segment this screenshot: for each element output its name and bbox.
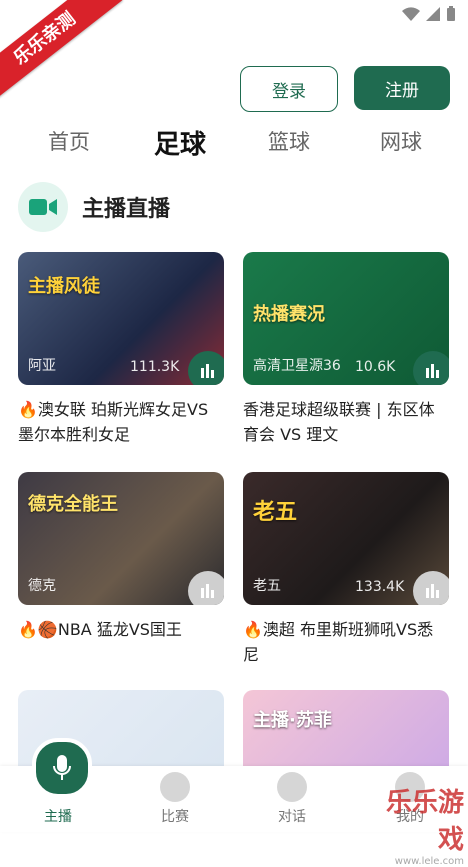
stream-title: 香港足球超级联赛 | 东区体育会 VS 理文	[243, 400, 435, 444]
register-button[interactable]: 注册	[354, 66, 450, 110]
stream-title: 🔥澳女联 珀斯光辉女足VS墨尔本胜利女足	[18, 400, 209, 444]
thumbnail-title: 老五	[253, 500, 298, 525]
nav-matches[interactable]: 比赛	[145, 772, 205, 826]
streamer-name: 德克	[28, 578, 56, 594]
stream-thumbnail: 老五 老五 133.4K	[243, 472, 449, 605]
live-indicator-icon	[413, 351, 449, 385]
tab-basketball[interactable]: 篮球	[268, 126, 310, 156]
stream-card[interactable]: 老五 老五 133.4K 🔥澳超 布里斯班狮吼VS悉尼	[243, 472, 449, 667]
watermark-title: 乐乐游戏	[385, 788, 464, 855]
live-indicator-icon	[413, 571, 449, 605]
category-tabs: 首页 足球 篮球 网球	[0, 126, 468, 166]
stream-thumbnail: 主播风徒 阿亚 111.3K	[18, 252, 224, 385]
stream-title: 🔥澳超 布里斯班狮吼VS悉尼	[243, 620, 434, 664]
tab-football[interactable]: 足球	[154, 124, 206, 161]
stream-card[interactable]: 主播风徒 阿亚 111.3K 🔥澳女联 珀斯光辉女足VS墨尔本胜利女足	[18, 252, 224, 447]
tab-home[interactable]: 首页	[48, 126, 90, 156]
thumbnail-title: 热播赛况	[253, 304, 325, 325]
nav-label: 对话	[278, 809, 306, 825]
site-watermark: 乐乐游戏 www.lele.com	[364, 782, 464, 867]
trophy-icon	[160, 772, 190, 802]
chat-icon	[277, 772, 307, 802]
streamer-name: 高清卫星源36	[253, 358, 341, 374]
view-count: 10.6K	[355, 359, 396, 375]
nav-streamer[interactable]: 主播	[28, 806, 88, 826]
stream-thumbnail: 热播赛况 高清卫星源36 10.6K	[243, 252, 449, 385]
view-count: 111.3K	[130, 359, 180, 375]
stream-title: 🔥🏀NBA 猛龙VS国王	[18, 620, 182, 639]
nav-label: 比赛	[161, 809, 189, 825]
wifi-icon	[402, 7, 420, 21]
watermark-url: www.lele.com	[394, 856, 464, 867]
nav-chat[interactable]: 对话	[262, 772, 322, 826]
live-indicator-icon	[188, 351, 224, 385]
signal-icon	[426, 7, 440, 21]
stream-card[interactable]: 德克全能王 德克 🔥🏀NBA 猛龙VS国王	[18, 472, 224, 642]
stream-thumbnail: 德克全能王 德克	[18, 472, 224, 605]
tab-tennis[interactable]: 网球	[380, 126, 422, 156]
section-title: 主播直播	[82, 197, 171, 222]
battery-icon	[447, 6, 455, 21]
auth-buttons: 登录 注册	[240, 66, 450, 112]
nav-label: 主播	[44, 809, 72, 825]
section-header: 主播直播	[18, 182, 170, 232]
video-camera-icon	[18, 182, 68, 232]
thumbnail-title: 德克全能王	[28, 494, 118, 515]
view-count: 133.4K	[355, 579, 405, 595]
thumbnail-title: 主播·苏菲	[253, 710, 332, 731]
thumbnail-title: 主播风徒	[28, 276, 100, 297]
live-indicator-icon	[188, 571, 224, 605]
streamer-name: 阿亚	[28, 358, 56, 374]
stream-card[interactable]: 热播赛况 高清卫星源36 10.6K 香港足球超级联赛 | 东区体育会 VS 理…	[243, 252, 449, 447]
status-icons	[402, 6, 456, 22]
microphone-icon[interactable]	[32, 738, 92, 798]
login-button[interactable]: 登录	[240, 66, 338, 112]
streamer-name: 老五	[253, 578, 281, 594]
